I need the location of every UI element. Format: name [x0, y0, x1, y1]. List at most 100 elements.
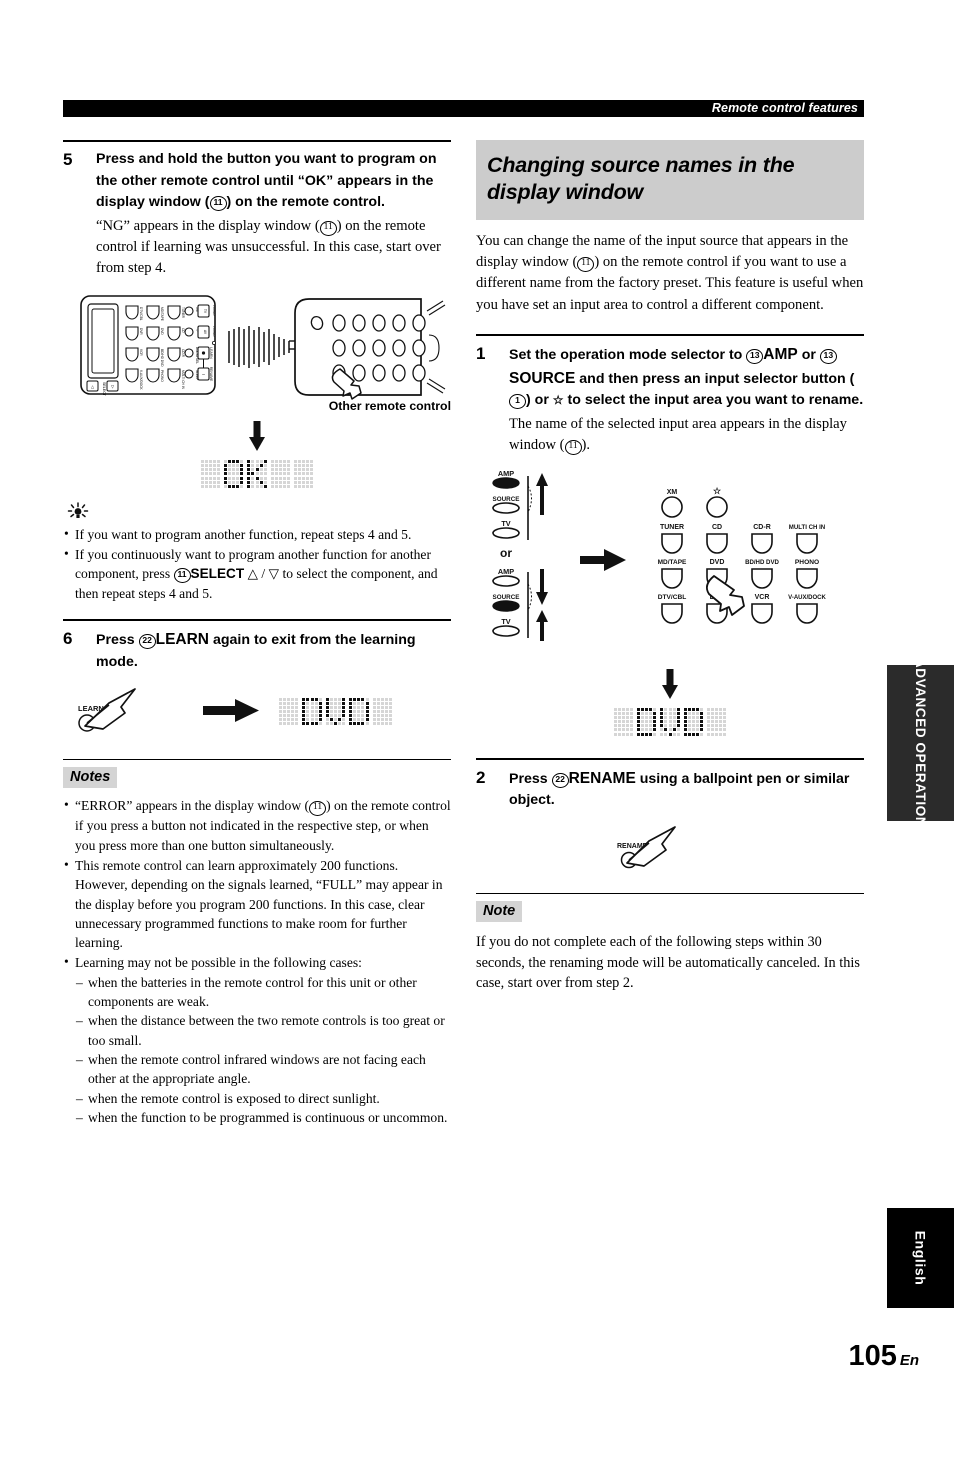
arrow-right-icon — [203, 699, 259, 723]
input-button-cd — [706, 533, 728, 554]
arrow-down-icon — [249, 421, 265, 452]
page-number-value: 105 — [848, 1340, 897, 1372]
note-3-sub-5: when the function to be programmed is co… — [75, 1108, 451, 1128]
rename-button-press-illustration: RENAME — [617, 826, 676, 869]
input-button-star — [706, 496, 728, 518]
lcd-character-cell — [247, 460, 267, 488]
reference-13-icon: 13 — [819, 348, 837, 364]
page-number: 105 En — [848, 1340, 919, 1373]
lcd-character-cell — [683, 707, 704, 736]
s2-h1: Press — [509, 770, 552, 787]
tip-item-2: If you continuously want to program anot… — [63, 544, 451, 603]
source-label-top: SOURCE — [493, 496, 520, 503]
btn-label-phono: PHONO — [795, 559, 819, 566]
svg-text:DVR: DVR — [139, 328, 143, 335]
notes-section: Notes “ERROR” appears in the display win… — [63, 759, 451, 1127]
side-tab-english[interactable]: English — [887, 1208, 954, 1308]
input-button-dtvcbl — [661, 603, 683, 624]
s1-h3: and then press an input selector button … — [575, 370, 855, 387]
step-5-body: “NG” appears in the display window (11) … — [96, 216, 451, 279]
rc-note-rule — [476, 892, 864, 894]
lcd-display-dvd-right — [476, 707, 864, 736]
svg-text:POWER: POWER — [212, 305, 216, 316]
svg-text:CD-R: CD-R — [181, 349, 185, 358]
s1-b1: The name of the selected input area appe… — [509, 415, 847, 453]
s1-b2: ). — [581, 436, 591, 453]
figure-two-remotes: SELECT △ ▽ DTV/CBL MD/TAPE TUNER DVR DVD… — [63, 293, 451, 413]
svg-text:–: – — [202, 372, 205, 378]
running-header-bar: Remote control features — [63, 100, 864, 117]
note-3-sublist: when the batteries in the remote control… — [75, 973, 451, 1128]
lcd-character-cell — [636, 707, 657, 736]
btn-label-multi: MULTI CH IN — [789, 524, 825, 531]
step-6: 6 Press 22 LEARN again to exit from the l… — [63, 628, 451, 673]
section-intro: You can change the name of the input sou… — [476, 231, 864, 316]
rc-step-2-heading: Press 22 RENAME using a ballpoint pen or … — [509, 767, 864, 812]
lcd-character-cell — [279, 697, 299, 726]
running-header-title: Remote control features — [711, 101, 858, 115]
notes-rule — [63, 759, 451, 761]
two-remotes-illustration: SELECT △ ▽ DTV/CBL MD/TAPE TUNER DVR DVD… — [80, 295, 446, 400]
input-button-tuner — [661, 533, 683, 554]
star-icon: ☆ — [552, 393, 564, 408]
side-tab-advanced-operation[interactable]: ADVANCED OPERATION — [887, 658, 954, 828]
note-item-1: “ERROR” appears in the display window (1… — [63, 795, 451, 855]
reference-1-icon: 1 — [509, 394, 526, 410]
step-6-number: 6 — [63, 628, 73, 648]
note-3-intro: Learning may not be possible in the foll… — [75, 955, 362, 971]
or-label: or — [500, 546, 512, 560]
svg-text:TUNER: TUNER — [181, 307, 185, 319]
learn-button-label: LEARN — [155, 630, 209, 648]
arrow-up-icon-bottom — [536, 609, 548, 641]
learn-button-press-illustration: LEARN — [78, 688, 136, 733]
btn-label-vcr: VCR — [755, 594, 770, 601]
source-label: SOURCE — [509, 369, 576, 387]
select-button-label: SELECT — [190, 566, 245, 582]
rc-step1-rule — [476, 333, 864, 336]
svg-text:PHONO: PHONO — [160, 370, 164, 382]
rc-note-text: If you do not complete each of the follo… — [476, 933, 860, 992]
s1-h4: ) or — [526, 392, 553, 409]
svg-text:RENAME: RENAME — [209, 367, 213, 382]
input-button-vaux-dock — [796, 603, 818, 624]
btn-label-dvd: DVD — [710, 559, 725, 566]
step-6-heading: Press 22 LEARN again to exit from the lea… — [96, 628, 451, 673]
svg-text:MULTI CH IN: MULTI CH IN — [181, 370, 185, 390]
tv-label-top: TV — [501, 519, 510, 528]
lcd-character-cell — [294, 460, 314, 488]
reference-13-icon: 13 — [746, 348, 764, 364]
lcd-character-cell — [372, 697, 392, 726]
section-heading: Changing source names in the display win… — [476, 140, 864, 221]
svg-text:LEARN: LEARN — [209, 348, 213, 360]
btn-label-xm: XM — [667, 489, 678, 496]
note-item-3: Learning may not be possible in the foll… — [63, 952, 451, 1128]
tv-label-bottom: TV — [501, 617, 510, 626]
step5-result-arrow — [63, 421, 451, 452]
rc-step-1-number: 1 — [476, 343, 486, 363]
lcd-character-cell — [325, 697, 346, 726]
left-column: 5 Press and hold the button you want to … — [63, 140, 451, 1128]
reference-11-icon: 11 — [577, 257, 595, 273]
input-button-vcr — [751, 603, 773, 624]
arrow-down-icon — [662, 668, 678, 699]
lcd-display-ok — [63, 460, 451, 488]
lcd-character-cell — [349, 697, 369, 726]
rc-step-2-number: 2 — [476, 767, 486, 787]
lcd-character-cell — [613, 707, 633, 736]
lcd-character-cell — [223, 460, 244, 488]
note-3-sub-4: when the remote control is exposed to di… — [75, 1089, 451, 1109]
svg-text:POWER: POWER — [212, 326, 216, 337]
lcd-character-cell — [302, 697, 322, 726]
input-button-mdtape — [661, 568, 683, 589]
lcd-character-cell — [660, 707, 680, 736]
notes-list: “ERROR” appears in the display window (1… — [63, 795, 451, 1128]
rc-step1-result-arrow — [476, 668, 864, 699]
reference-22-icon: 22 — [551, 772, 569, 788]
reference-11-icon: 11 — [209, 196, 227, 212]
rc-note-label: Note — [476, 900, 523, 922]
input-button-bdhd-dvd — [751, 568, 773, 589]
page-number-suffix: En — [899, 1352, 919, 1369]
rc-step-1: 1 Set the operation mode selector to 13 A… — [476, 343, 864, 412]
s1-h5: to select the input area you want to ren… — [563, 392, 864, 409]
svg-text:DVD: DVD — [160, 328, 164, 335]
